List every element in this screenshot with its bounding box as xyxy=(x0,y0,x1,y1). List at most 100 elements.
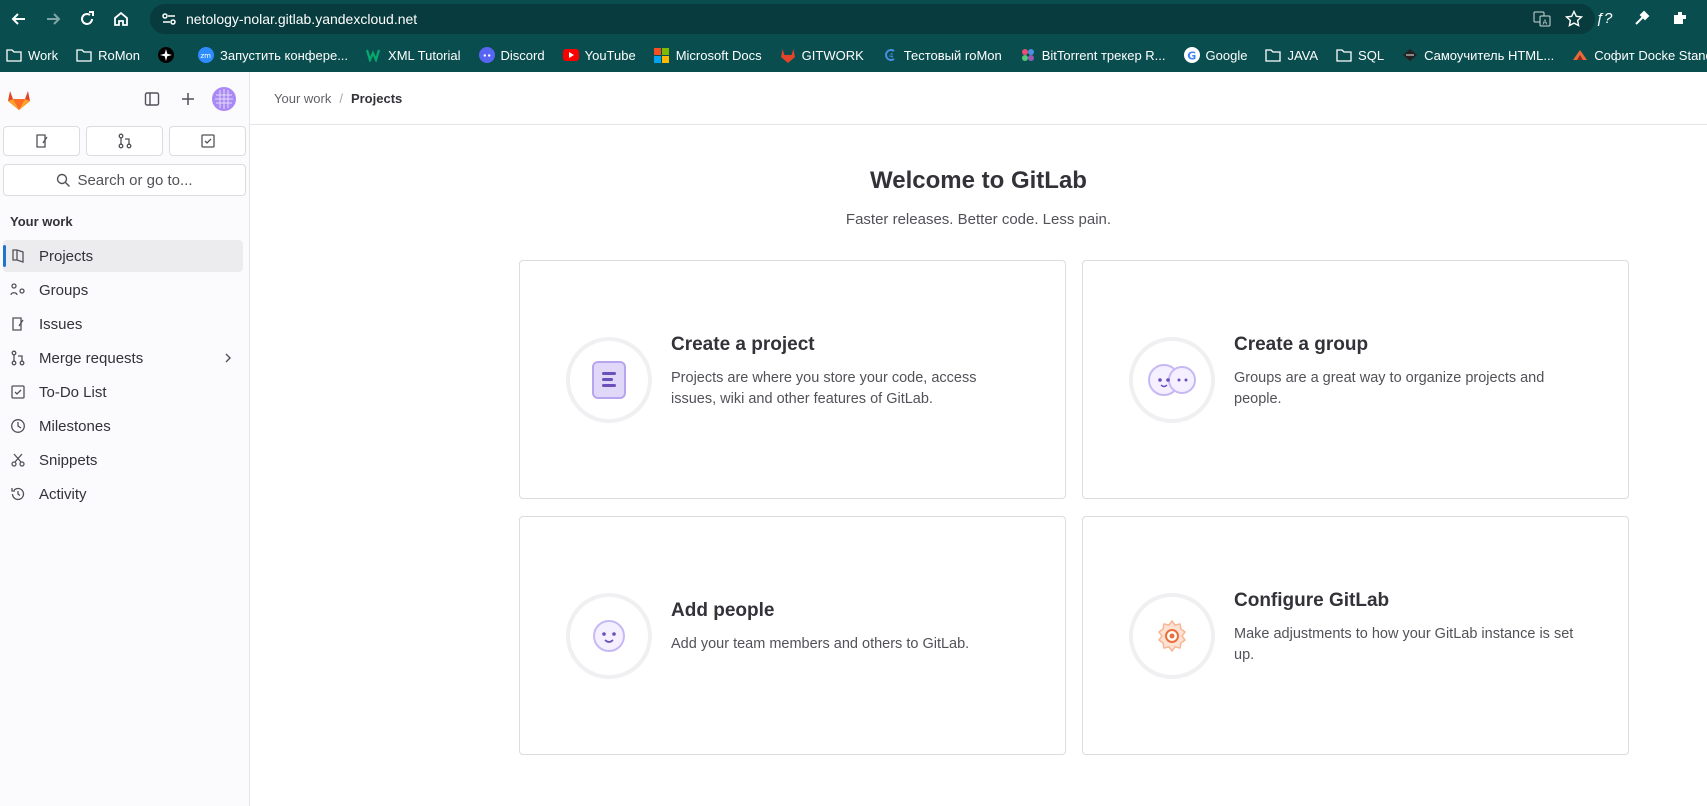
bookmark-romon[interactable]: RoMon xyxy=(76,47,140,63)
torrent-icon xyxy=(1020,47,1036,63)
youtube-icon xyxy=(562,47,579,63)
bookmark-html-tutorial[interactable]: Самоучитель HTML... xyxy=(1402,47,1554,63)
bookmark-zoom[interactable]: zm Запустить конфере... xyxy=(198,47,348,63)
breadcrumb: Your work / Projects xyxy=(250,72,1707,125)
chevron-right-icon[interactable] xyxy=(223,351,233,368)
bookmark-label: Discord xyxy=(500,47,545,63)
reload-icon[interactable] xyxy=(72,4,102,34)
breadcrumb-current[interactable]: Projects xyxy=(351,91,402,106)
site-info-icon[interactable] xyxy=(154,4,184,34)
user-avatar[interactable] xyxy=(211,86,237,112)
bookmark-test-romon[interactable]: 4 Тестовый roMon xyxy=(882,47,1002,63)
bookmark-label: Тестовый roMon xyxy=(903,47,1002,63)
html-icon xyxy=(1402,47,1418,63)
issues-icon xyxy=(35,134,48,148)
assigned-issues-button[interactable] xyxy=(3,126,80,156)
group-illustration-icon xyxy=(1148,364,1196,396)
bookmark-label: Work xyxy=(28,47,59,63)
bookmark-star-app[interactable] xyxy=(158,47,180,63)
card-description: Add your team members and others to GitL… xyxy=(671,636,970,652)
url-text: netology-nolar.gitlab.yandexcloud.net xyxy=(186,11,418,27)
sidebar-item-groups[interactable]: Groups xyxy=(3,274,243,306)
sidebar-item-todo-list[interactable]: To-Do List xyxy=(3,376,243,408)
create-project-illustration xyxy=(570,341,648,419)
bookmark-gitwork[interactable]: GITWORK xyxy=(780,47,864,63)
create-new-icon[interactable] xyxy=(175,86,201,112)
sidebar-item-label: Issues xyxy=(39,315,83,333)
sidebar-item-projects[interactable]: Projects xyxy=(3,240,243,272)
bookmark-discord[interactable]: Discord xyxy=(478,47,545,63)
quick-actions xyxy=(0,126,249,156)
gear-icon xyxy=(1157,619,1187,653)
card-description: Make adjustments to how your GitLab inst… xyxy=(1234,626,1574,663)
sidebar-item-merge-requests[interactable]: Merge requests xyxy=(3,342,243,374)
svg-text:G: G xyxy=(1187,50,1196,63)
history-icon xyxy=(9,485,27,503)
search-button[interactable]: Search or go to... xyxy=(3,164,246,196)
sidebar-item-milestones[interactable]: Milestones xyxy=(3,410,243,442)
translate-icon[interactable]: A xyxy=(1531,8,1553,30)
star-app-icon xyxy=(158,47,175,63)
todo-button[interactable] xyxy=(169,126,246,156)
home-icon[interactable] xyxy=(106,4,136,34)
bookmark-label: Запустить конфере... xyxy=(220,47,349,63)
folder-icon xyxy=(1336,47,1352,63)
folder-icon xyxy=(76,47,92,63)
todo-icon xyxy=(200,134,215,148)
search-label: Search or go to... xyxy=(77,171,193,189)
bookmark-bittorrent[interactable]: BitTorrent трекер R... xyxy=(1020,47,1166,63)
browser-toolbar: netology-nolar.gitlab.yandexcloud.net A … xyxy=(0,0,1707,38)
sofit-icon xyxy=(1572,47,1588,63)
back-icon[interactable] xyxy=(4,4,34,34)
sidebar-item-snippets[interactable]: Snippets xyxy=(3,444,243,476)
bookmark-label: BitTorrent трекер R... xyxy=(1041,47,1166,63)
sidebar-toggle-icon[interactable] xyxy=(139,86,165,112)
microsoft-icon xyxy=(654,47,670,63)
bookmark-star-icon[interactable] xyxy=(1563,8,1585,30)
bookmark-sofit[interactable]: Софит Docke Stand... xyxy=(1572,47,1707,63)
extension-icon[interactable] xyxy=(1667,5,1693,31)
snippet-icon xyxy=(9,451,27,469)
sidebar-item-label: Milestones xyxy=(39,417,111,435)
bookmark-microsoft-docs[interactable]: Microsoft Docs xyxy=(654,47,762,63)
sidebar-item-issues[interactable]: Issues xyxy=(3,308,243,340)
page-subtitle: Faster releases. Better code. Less pain. xyxy=(845,211,1112,228)
sidebar-header xyxy=(0,72,249,126)
sidebar-item-label: To-Do List xyxy=(39,383,107,401)
configure-gitlab-card[interactable]: Configure GitLab Make adjustments to how… xyxy=(1082,516,1629,755)
create-project-card[interactable]: Create a project Projects are where you … xyxy=(519,260,1066,499)
card-title: Configure GitLab xyxy=(1234,590,1390,611)
breadcrumb-your-work[interactable]: Your work xyxy=(274,91,331,106)
address-bar[interactable]: netology-nolar.gitlab.yandexcloud.net A xyxy=(150,4,1595,34)
folder-icon xyxy=(1265,47,1282,63)
add-people-illustration xyxy=(570,597,648,675)
bookmark-java[interactable]: JAVA xyxy=(1265,47,1318,63)
svg-text:zm: zm xyxy=(201,52,212,60)
merge-requests-button[interactable] xyxy=(86,126,163,156)
bookmark-xml-tutorial[interactable]: XML Tutorial xyxy=(366,47,461,63)
bookmark-label: YouTube xyxy=(584,47,636,63)
gitlab-logo-icon[interactable] xyxy=(6,86,32,112)
eyedropper-extension-icon[interactable] xyxy=(1629,5,1655,31)
bookmark-label: XML Tutorial xyxy=(388,47,461,63)
card-title: Create a group xyxy=(1234,334,1369,355)
card-title: Add people xyxy=(671,600,775,621)
sidebar-item-activity[interactable]: Activity xyxy=(3,478,243,510)
merge-request-icon xyxy=(118,133,131,149)
project-illustration-icon xyxy=(592,361,626,399)
page-title: Welcome to GitLab xyxy=(870,167,1087,194)
sidebar-item-label: Activity xyxy=(39,485,87,503)
project-icon xyxy=(9,247,27,265)
sidebar: Search or go to... Your work Projects Gr… xyxy=(0,72,250,806)
create-group-card[interactable]: Create a group Groups are a great way to… xyxy=(1082,260,1629,499)
add-people-card[interactable]: Add people Add your team members and oth… xyxy=(519,516,1066,755)
bookmark-work[interactable]: Work xyxy=(6,47,58,63)
zoom-icon: zm xyxy=(198,47,215,63)
romon-icon: 4 xyxy=(882,47,898,63)
bookmark-google[interactable]: G Google xyxy=(1183,47,1247,63)
formula-extension-icon[interactable]: ƒ? xyxy=(1591,5,1617,31)
bookmark-label: RoMon xyxy=(98,47,141,63)
forward-icon[interactable] xyxy=(38,4,68,34)
bookmark-youtube[interactable]: YouTube xyxy=(562,47,636,63)
bookmark-sql[interactable]: SQL xyxy=(1336,47,1384,63)
